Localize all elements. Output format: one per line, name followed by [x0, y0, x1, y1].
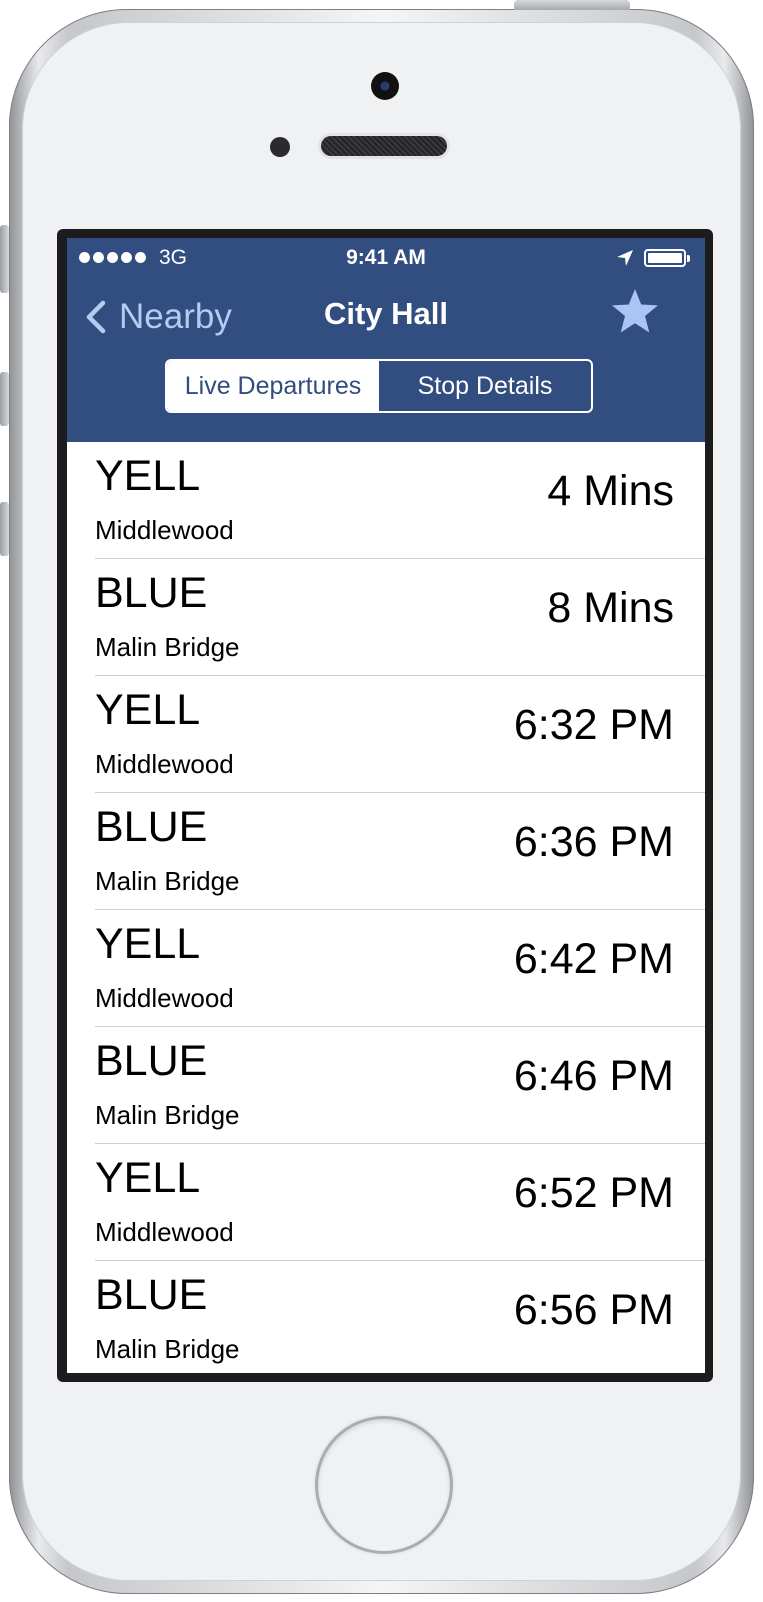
- status-bar: 3G 9:41 AM: [67, 238, 705, 280]
- departure-time: 6:56 PM: [513, 1286, 674, 1334]
- route-name: YELL: [95, 452, 201, 500]
- departures-list: YELL Middlewood 4 Mins BLUE Malin Bridge…: [67, 442, 705, 1373]
- route-name: YELL: [95, 920, 201, 968]
- departure-time: 6:36 PM: [513, 818, 674, 866]
- list-item[interactable]: BLUE Malin Bridge 6:36 PM: [67, 793, 705, 910]
- location-arrow-icon: [617, 250, 633, 266]
- route-name: YELL: [95, 686, 201, 734]
- battery-icon: [644, 249, 690, 267]
- segmented-control: Live Departures Stop Details: [165, 359, 593, 413]
- destination: Middlewood: [95, 749, 234, 779]
- route-name: BLUE: [95, 1037, 208, 1085]
- departure-time: 4 Mins: [547, 467, 674, 515]
- destination: Middlewood: [95, 1217, 234, 1247]
- list-item[interactable]: YELL Middlewood 6:32 PM: [67, 676, 705, 793]
- departure-time: 6:52 PM: [513, 1169, 674, 1217]
- list-item[interactable]: BLUE Malin Bridge 8 Mins: [67, 559, 705, 676]
- home-button[interactable]: [318, 1419, 450, 1551]
- star-icon[interactable]: [610, 287, 660, 337]
- volume-down-button: [0, 502, 9, 556]
- tab-stop-details[interactable]: Stop Details: [379, 361, 591, 411]
- app-screen: 3G 9:41 AM Nearby City Hall Live Departu…: [67, 238, 705, 1373]
- power-button: [514, 0, 630, 10]
- departure-time: 8 Mins: [547, 584, 674, 632]
- tab-live-departures[interactable]: Live Departures: [167, 361, 379, 411]
- departure-time: 6:42 PM: [513, 935, 674, 983]
- destination: Malin Bridge: [95, 632, 240, 662]
- earpiece-speaker: [321, 136, 447, 156]
- list-item[interactable]: YELL Middlewood 4 Mins: [67, 442, 705, 559]
- destination: Middlewood: [95, 515, 234, 545]
- list-item[interactable]: YELL Middlewood 6:52 PM: [67, 1144, 705, 1261]
- status-time: 9:41 AM: [346, 246, 426, 269]
- departure-time: 6:46 PM: [513, 1052, 674, 1100]
- navigation-bar: 3G 9:41 AM Nearby City Hall Live Departu…: [67, 238, 705, 442]
- route-name: YELL: [95, 1154, 201, 1202]
- route-name: BLUE: [95, 1271, 208, 1319]
- list-item[interactable]: BLUE Malin Bridge 6:56 PM: [67, 1261, 705, 1373]
- route-name: BLUE: [95, 803, 208, 851]
- front-camera: [371, 72, 399, 100]
- destination: Middlewood: [95, 983, 234, 1013]
- list-item[interactable]: YELL Middlewood 6:42 PM: [67, 910, 705, 1027]
- destination: Malin Bridge: [95, 1334, 240, 1364]
- route-name: BLUE: [95, 569, 208, 617]
- destination: Malin Bridge: [95, 1100, 240, 1130]
- mute-switch: [0, 225, 9, 293]
- departure-time: 6:32 PM: [513, 701, 674, 749]
- volume-up-button: [0, 372, 9, 426]
- destination: Malin Bridge: [95, 866, 240, 896]
- list-item[interactable]: BLUE Malin Bridge 6:46 PM: [67, 1027, 705, 1144]
- proximity-sensor: [270, 137, 290, 157]
